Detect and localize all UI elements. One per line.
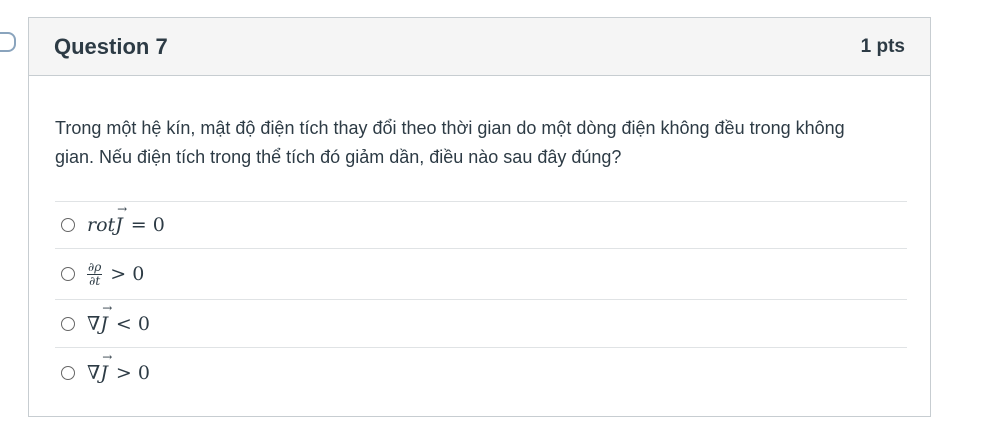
fraction-denominator: ∂t	[89, 273, 101, 288]
question-title: Question 7	[54, 33, 168, 59]
math-vector: J	[100, 350, 111, 384]
question-header: Question 7 1 pts	[29, 18, 930, 76]
math-relation: < 0	[115, 312, 150, 335]
question-card: Question 7 1 pts Trong một hệ kín, mật đ…	[28, 17, 931, 417]
math-relation: > 0	[110, 263, 145, 285]
fraction-numerator: ∂ρ	[87, 259, 103, 275]
radio-button[interactable]	[61, 267, 75, 281]
math-prefix: ∇	[87, 362, 101, 384]
answer-option-1[interactable]: rotJ= 0	[55, 201, 907, 248]
answer-option-3[interactable]: ∇J< 0	[55, 299, 907, 347]
math-relation: = 0	[130, 214, 165, 236]
math-vector: J	[100, 301, 111, 335]
answer-math: ∇J> 0	[87, 350, 150, 384]
answer-math: rotJ= 0	[87, 202, 165, 236]
question-text: Trong một hệ kín, mật độ điện tích thay …	[55, 118, 845, 167]
math-vector: J	[115, 202, 126, 236]
math-relation: > 0	[115, 362, 150, 384]
radio-button[interactable]	[61, 366, 75, 380]
answer-option-2[interactable]: ∂ρ ∂t > 0	[55, 248, 907, 299]
question-points: 1 pts	[860, 35, 905, 57]
answer-list: rotJ= 0 ∂ρ∂t> 0 ∇J< 0 ∇J> 0	[55, 201, 907, 398]
math-prefix: rot	[87, 214, 116, 236]
math-prefix: ∇	[87, 312, 101, 335]
radio-button[interactable]	[61, 218, 75, 232]
math-fraction: ∂ρ ∂t	[87, 259, 103, 288]
answer-math: ∇J< 0	[87, 301, 150, 335]
answer-option-4[interactable]: ∇J> 0	[55, 347, 907, 398]
answer-math: ∂ρ ∂t > 0	[87, 259, 145, 288]
radio-button[interactable]	[61, 316, 75, 331]
question-flag-icon[interactable]	[0, 32, 16, 52]
